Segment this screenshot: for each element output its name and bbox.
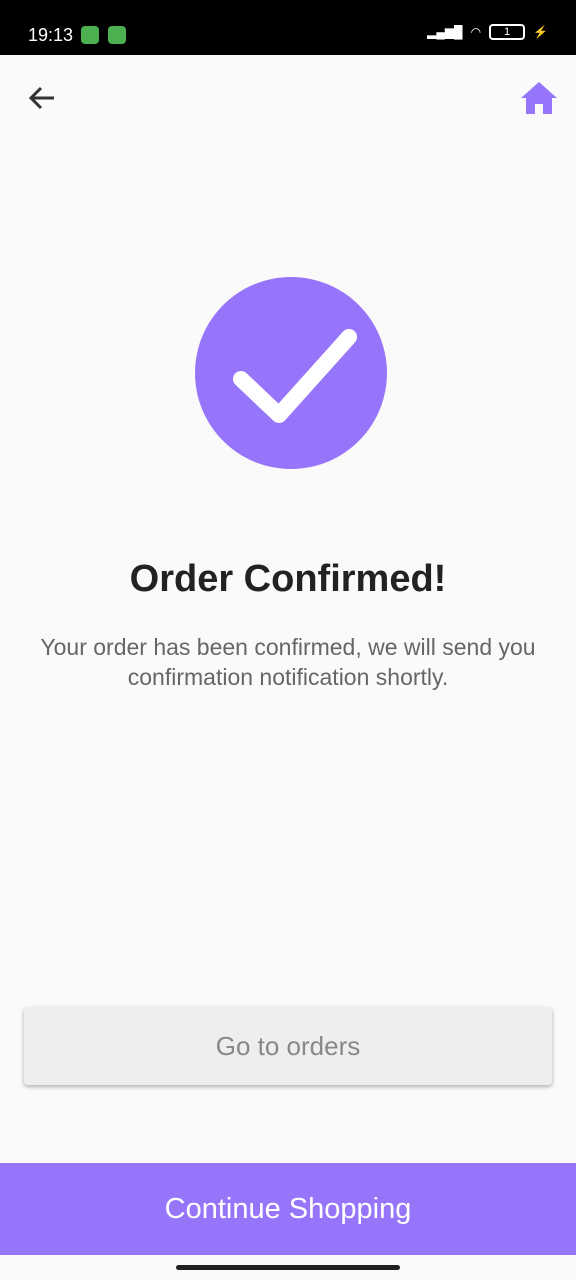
continue-shopping-button[interactable]: Continue Shopping <box>0 1163 576 1255</box>
battery-icon: 1 <box>489 24 526 40</box>
status-bar: 19:13 ▂▄▆█ ◠ 1 ⚡ <box>0 0 576 55</box>
wifi-icon: ◠ <box>470 25 482 39</box>
go-to-orders-button[interactable]: Go to orders <box>24 1007 552 1085</box>
home-icon[interactable] <box>520 80 558 116</box>
signal-icon: ▂▄▆█ <box>427 25 463 39</box>
charging-icon: ⚡ <box>533 25 548 39</box>
confirmation-message: Your order has been confirmed, we will s… <box>40 634 536 690</box>
gesture-nav-bar[interactable] <box>176 1265 400 1270</box>
app-notification-icon <box>108 26 126 44</box>
back-arrow-icon[interactable] <box>26 82 58 114</box>
page-title: Order Confirmed! <box>129 558 447 600</box>
app-notification-icon <box>81 26 99 44</box>
success-check-icon <box>195 277 387 469</box>
status-time: 19:13 <box>28 25 74 45</box>
